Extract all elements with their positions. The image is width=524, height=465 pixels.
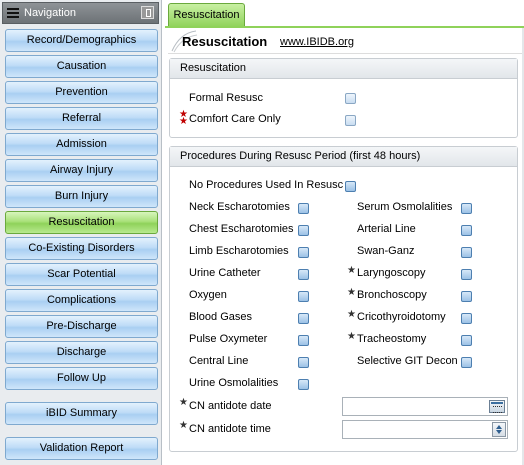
nav-button-scar-potential[interactable]: Scar Potential <box>5 263 158 286</box>
urine-catheter-label: Urine Catheter <box>189 267 261 279</box>
tab-underline <box>165 26 524 28</box>
central-line-checkbox[interactable] <box>298 357 309 368</box>
menu-icon[interactable] <box>7 8 19 18</box>
pulse-oxymeter-checkbox[interactable] <box>298 335 309 346</box>
nav-button-ibid-summary[interactable]: iBID Summary <box>5 402 158 425</box>
comfort-care-only-checkbox[interactable] <box>345 115 356 126</box>
required-marker: ★ <box>179 116 188 127</box>
blood-gases-checkbox[interactable] <box>298 313 309 324</box>
nav-button-co-existing-disorders[interactable]: Co-Existing Disorders <box>5 237 158 260</box>
required-marker: ★ <box>347 287 356 298</box>
cn-antidote-time-input[interactable] <box>342 420 508 439</box>
limb-escharotomies-checkbox[interactable] <box>298 247 309 258</box>
required-marker: ★ <box>347 265 356 276</box>
selective-git-decon-label: Selective GIT Decon <box>357 355 458 367</box>
neck-escharotomies-checkbox[interactable] <box>298 203 309 214</box>
tab-resuscitation[interactable]: Resuscitation <box>168 3 245 27</box>
page-title: Resuscitation <box>182 34 268 49</box>
bronchoscopy-label: Bronchoscopy <box>357 289 427 301</box>
no-procedures-checkbox[interactable] <box>345 181 356 192</box>
nav-button-admission[interactable]: Admission <box>5 133 158 156</box>
urine-osmolalities-label: Urine Osmolalities <box>189 377 279 389</box>
required-marker: ★ <box>179 420 188 431</box>
pin-icon[interactable] <box>141 6 154 19</box>
oxygen-label: Oxygen <box>189 289 227 301</box>
swan-ganz-checkbox[interactable] <box>461 247 472 258</box>
main-panel: Resuscitation Resuscitation www.IBIDB.or… <box>165 0 524 465</box>
nav-button-causation[interactable]: Causation <box>5 55 158 78</box>
no-procedures-label: No Procedures Used In Resusc <box>189 179 344 191</box>
selective-git-decon-checkbox[interactable] <box>461 357 472 368</box>
pulse-oxymeter-label: Pulse Oxymeter <box>189 333 268 345</box>
chest-escharotomies-checkbox[interactable] <box>298 225 309 236</box>
cn-antidote-date-input[interactable] <box>342 397 508 416</box>
nav-button-airway-injury[interactable]: Airway Injury <box>5 159 158 182</box>
resuscitation-group-title: Resuscitation <box>170 59 517 79</box>
tracheostomy-label: Tracheostomy <box>357 333 427 345</box>
cn-antidote-time-label: CN antidote time <box>189 423 271 435</box>
nav-button-discharge[interactable]: Discharge <box>5 341 158 364</box>
navigation-header: Navigation <box>2 2 159 24</box>
calendar-icon[interactable] <box>489 400 505 413</box>
limb-escharotomies-label: Limb Escharotomies <box>189 245 289 257</box>
oxygen-checkbox[interactable] <box>298 291 309 302</box>
serum-osmolalities-checkbox[interactable] <box>461 203 472 214</box>
swan-ganz-label: Swan-Ganz <box>357 245 415 257</box>
urine-osmolalities-checkbox[interactable] <box>298 379 309 390</box>
spinner-icon[interactable] <box>492 422 506 437</box>
nav-button-prevention[interactable]: Prevention <box>5 81 158 104</box>
nav-button-referral[interactable]: Referral <box>5 107 158 130</box>
neck-escharotomies-label: Neck Escharotomies <box>189 201 290 213</box>
arterial-line-checkbox[interactable] <box>461 225 472 236</box>
required-marker: ★ <box>347 331 356 342</box>
nav-button-pre-discharge[interactable]: Pre-Discharge <box>5 315 158 338</box>
nav-button-resuscitation[interactable]: Resuscitation <box>5 211 158 234</box>
arterial-line-label: Arterial Line <box>357 223 416 235</box>
central-line-label: Central Line <box>189 355 249 367</box>
procedures-group: Procedures During Resusc Period (first 4… <box>169 146 518 452</box>
website-link[interactable]: www.IBIDB.org <box>280 36 354 48</box>
required-marker: ★ <box>179 397 188 408</box>
cn-antidote-date-label: CN antidote date <box>189 400 272 412</box>
chest-escharotomies-label: Chest Escharotomies <box>189 223 294 235</box>
navigation-title: Navigation <box>24 7 76 19</box>
laryngoscopy-label: Laryngoscopy <box>357 267 426 279</box>
nav-button-burn-injury[interactable]: Burn Injury <box>5 185 158 208</box>
nav-button-follow-up[interactable]: Follow Up <box>5 367 158 390</box>
blood-gases-label: Blood Gases <box>189 311 252 323</box>
navigation-sidebar: Navigation Record/Demographics Causation… <box>0 0 162 465</box>
required-marker: ★ <box>347 309 356 320</box>
bronchoscopy-checkbox[interactable] <box>461 291 472 302</box>
urine-catheter-checkbox[interactable] <box>298 269 309 280</box>
resuscitation-group: Resuscitation Formal Resusc ★ ★ Comfort … <box>169 58 518 138</box>
nav-button-complications[interactable]: Complications <box>5 289 158 312</box>
nav-button-record-demographics[interactable]: Record/Demographics <box>5 29 158 52</box>
laryngoscopy-checkbox[interactable] <box>461 269 472 280</box>
nav-button-validation-report[interactable]: Validation Report <box>5 437 158 460</box>
cricothyroidotomy-checkbox[interactable] <box>461 313 472 324</box>
serum-osmolalities-label: Serum Osmolalities <box>357 201 453 213</box>
page-header: Resuscitation www.IBIDB.org <box>168 29 522 54</box>
formal-resusc-label: Formal Resusc <box>189 92 263 104</box>
tracheostomy-checkbox[interactable] <box>461 335 472 346</box>
comfort-care-only-label: Comfort Care Only <box>189 113 281 125</box>
procedures-group-title: Procedures During Resusc Period (first 4… <box>170 147 517 167</box>
cricothyroidotomy-label: Cricothyroidotomy <box>357 311 446 323</box>
formal-resusc-checkbox[interactable] <box>345 93 356 104</box>
